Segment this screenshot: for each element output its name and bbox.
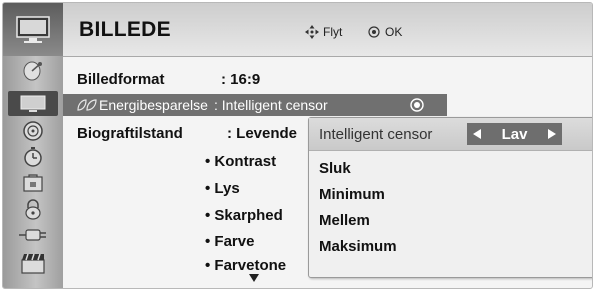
menu-header: BILLEDE Flyt OK — [63, 3, 592, 57]
menu-row-label: Biograftilstand — [77, 125, 183, 142]
option-maksimum[interactable]: Maksimum — [319, 238, 397, 255]
tv-icon — [3, 3, 63, 56]
menu-row-label: Billedformat — [77, 71, 165, 88]
satellite-dish-icon[interactable] — [8, 58, 58, 83]
option-sluk[interactable]: Sluk — [319, 160, 351, 177]
menu-row-value: : 16:9 — [221, 71, 261, 88]
clock-icon[interactable] — [8, 144, 58, 169]
page-title: BILLEDE — [79, 18, 171, 41]
picture-icon[interactable] — [8, 91, 58, 116]
menu-window: BILLEDE Flyt OK Billedformat : 16:9 Ener… — [2, 2, 593, 289]
sub-item-kontrast[interactable]: • Kontrast — [205, 153, 276, 170]
padlock-icon[interactable] — [8, 196, 58, 221]
option-minimum[interactable]: Minimum — [319, 186, 385, 203]
move-hint-label: Flyt — [323, 25, 343, 39]
menu-row-billedformat[interactable]: Billedformat : 16:9 — [77, 71, 260, 88]
menu-row-value: : Intelligent censor — [214, 97, 328, 113]
menu-row-label: Energibesparelse — [99, 97, 208, 113]
popup-header: Intelligent censor Lav — [309, 118, 592, 151]
sub-item-farvetone[interactable]: • Farvetone — [205, 257, 286, 274]
menu-row-energibesparelse[interactable]: Energibesparelse : Intelligent censor — [63, 94, 447, 116]
arrow-right-icon[interactable] — [547, 129, 556, 139]
sub-item-farve[interactable]: • Farve — [205, 233, 254, 250]
popup-title: Intelligent censor — [319, 126, 433, 143]
selected-level: Lav — [501, 125, 528, 143]
clapperboard-icon[interactable] — [8, 250, 58, 275]
selected-radio-icon — [410, 98, 424, 116]
ok-hint: OK — [368, 25, 402, 39]
level-selector[interactable]: Lav — [467, 123, 562, 145]
ok-button-icon — [368, 26, 380, 38]
move-hint: Flyt — [305, 25, 342, 39]
sidebar — [3, 3, 63, 288]
ok-hint-label: OK — [385, 25, 403, 39]
option-mellem[interactable]: Mellem — [319, 212, 370, 229]
sub-item-skarphed[interactable]: • Skarphed — [205, 207, 283, 224]
eco-leaf-icon — [77, 98, 97, 116]
menu-row-value: : Levende — [227, 125, 298, 142]
four-way-arrow-icon — [305, 25, 319, 39]
scroll-down-icon[interactable] — [249, 274, 259, 282]
menu-row-biograftilstand[interactable]: Biograftilstand : Levende — [77, 125, 297, 142]
intelligent-censor-popup: Intelligent censor Lav Sluk Minimum Mell… — [308, 117, 592, 278]
lock-screen-icon[interactable] — [8, 170, 58, 195]
arrow-left-icon[interactable] — [473, 129, 481, 139]
disc-icon[interactable] — [8, 118, 58, 143]
sub-item-lys[interactable]: • Lys — [205, 180, 240, 197]
usb-plug-icon[interactable] — [8, 222, 58, 247]
